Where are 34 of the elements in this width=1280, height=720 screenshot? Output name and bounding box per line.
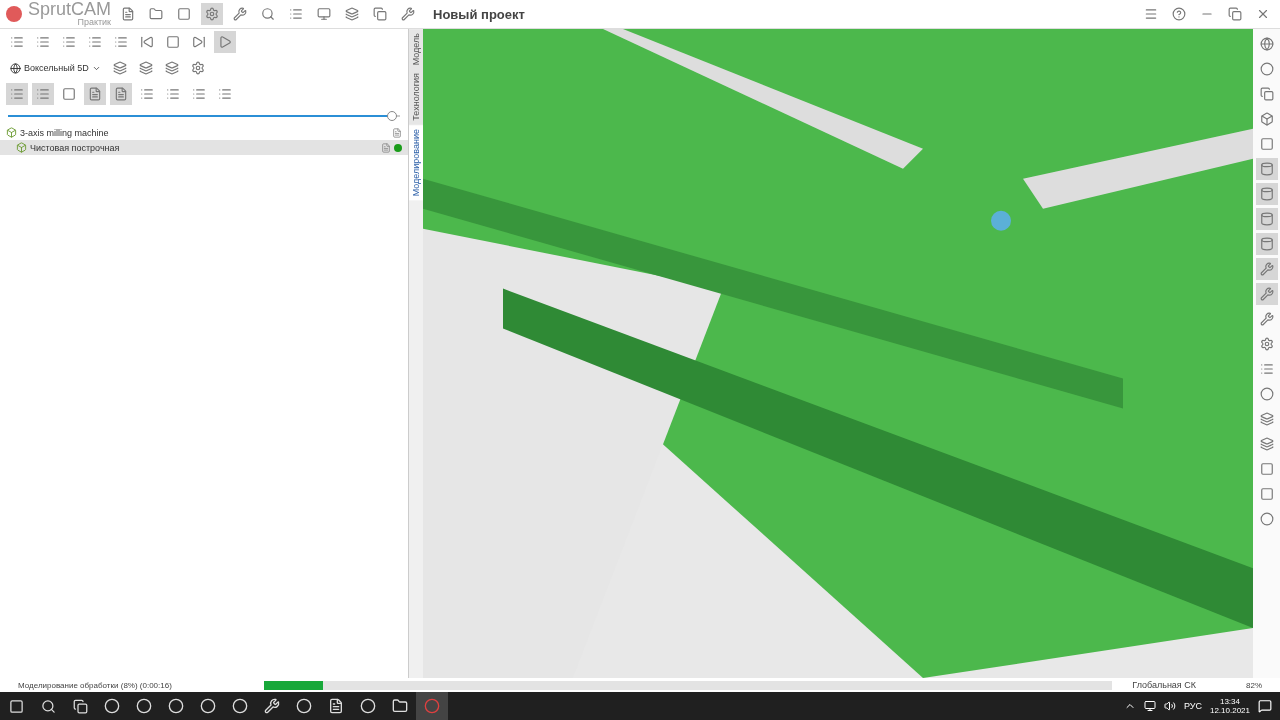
status-message: Моделирование обработки (8%) (0:00:16) — [18, 680, 173, 690]
app-logo-text: SprutCAM — [28, 1, 112, 17]
side-tab[interactable]: Модель — [409, 29, 423, 70]
side-tab[interactable]: Технология — [409, 69, 423, 125]
tree-node-icon — [6, 127, 17, 138]
view-tool-icon[interactable] — [1255, 158, 1278, 180]
play-icon[interactable] — [214, 31, 236, 53]
view-tool-icon[interactable] — [1255, 258, 1278, 280]
clock-date: 12.10.2021 — [1209, 706, 1250, 715]
view-tool-icon[interactable] — [1255, 208, 1278, 230]
tree-item[interactable]: 3-axis milling machine — [0, 125, 408, 140]
document-icon — [381, 142, 391, 153]
document-icon — [392, 127, 402, 138]
voxel-grid-icon — [10, 62, 21, 74]
mode-dropdown[interactable]: Воксельный 5D — [6, 62, 105, 74]
edition-label: Практик — [77, 17, 112, 27]
logo-icon — [6, 6, 22, 22]
tree-node-icon — [16, 142, 27, 153]
view-tool-icon[interactable] — [1255, 233, 1278, 255]
project-title: Новый проект — [433, 6, 526, 22]
language-indicator[interactable]: РУС — [1183, 701, 1202, 711]
side-tab[interactable]: Моделирование — [409, 124, 423, 201]
tree-item-label: 3-axis milling machine — [20, 127, 110, 138]
tree-item[interactable]: Чистовая построчная — [0, 140, 408, 155]
coordinate-system-label: Глобальная СК — [1132, 680, 1196, 690]
view-tool-icon[interactable] — [1255, 283, 1278, 305]
slider-thumb[interactable] — [387, 111, 398, 121]
zoom-level: 82% — [1246, 680, 1262, 690]
clock-time: 13:34 — [1219, 697, 1240, 706]
notifications-icon[interactable] — [1258, 699, 1272, 713]
view-tool-icon[interactable] — [1255, 183, 1278, 205]
tree-item-label: Чистовая построчная — [30, 142, 121, 153]
network-icon[interactable] — [1143, 700, 1156, 712]
volume-icon[interactable] — [1163, 700, 1176, 712]
